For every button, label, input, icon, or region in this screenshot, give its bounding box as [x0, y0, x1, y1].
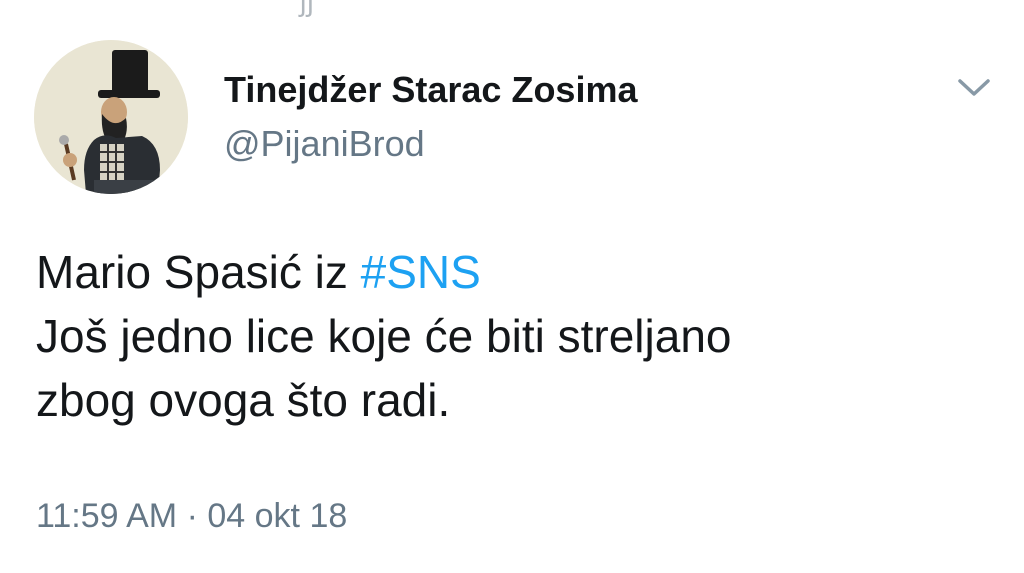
- author-handle[interactable]: @PijaniBrod: [224, 122, 638, 166]
- tweet-line-2: Još jedno lice koje će biti streljano: [36, 310, 732, 362]
- tweet-line-1: Mario Spasić iz #SNS: [36, 240, 996, 304]
- cropped-top-text: ʃʃ: [300, 0, 315, 17]
- tweet-line-3: zbog ovoga što radi.: [36, 374, 451, 426]
- tweet-timestamp[interactable]: 11:59 AM · 04 okt 18: [36, 492, 347, 540]
- tweet-time: 11:59 AM: [36, 497, 178, 535]
- author-display-name[interactable]: Tinejdžer Starac Zosima: [224, 68, 638, 112]
- hashtag-link[interactable]: #SNS: [361, 246, 481, 298]
- tweet-header: Tinejdžer Starac Zosima @PijaniBrod: [34, 40, 994, 196]
- author-block: Tinejdžer Starac Zosima @PijaniBrod: [224, 68, 638, 166]
- tweet-screen: ʃʃ Tinejdžer Starac Zosima @PijaniBrod M…: [0, 0, 1024, 573]
- timestamp-separator: ·: [186, 497, 198, 535]
- tweet-line-1-text: Mario Spasić iz: [36, 246, 361, 298]
- chevron-down-icon[interactable]: [954, 72, 994, 102]
- avatar[interactable]: [34, 40, 188, 194]
- avatar-illustration: [34, 40, 188, 194]
- tweet-date: 04 okt 18: [207, 497, 348, 535]
- tweet-text: Mario Spasić iz #SNS Još jedno lice koje…: [36, 240, 996, 432]
